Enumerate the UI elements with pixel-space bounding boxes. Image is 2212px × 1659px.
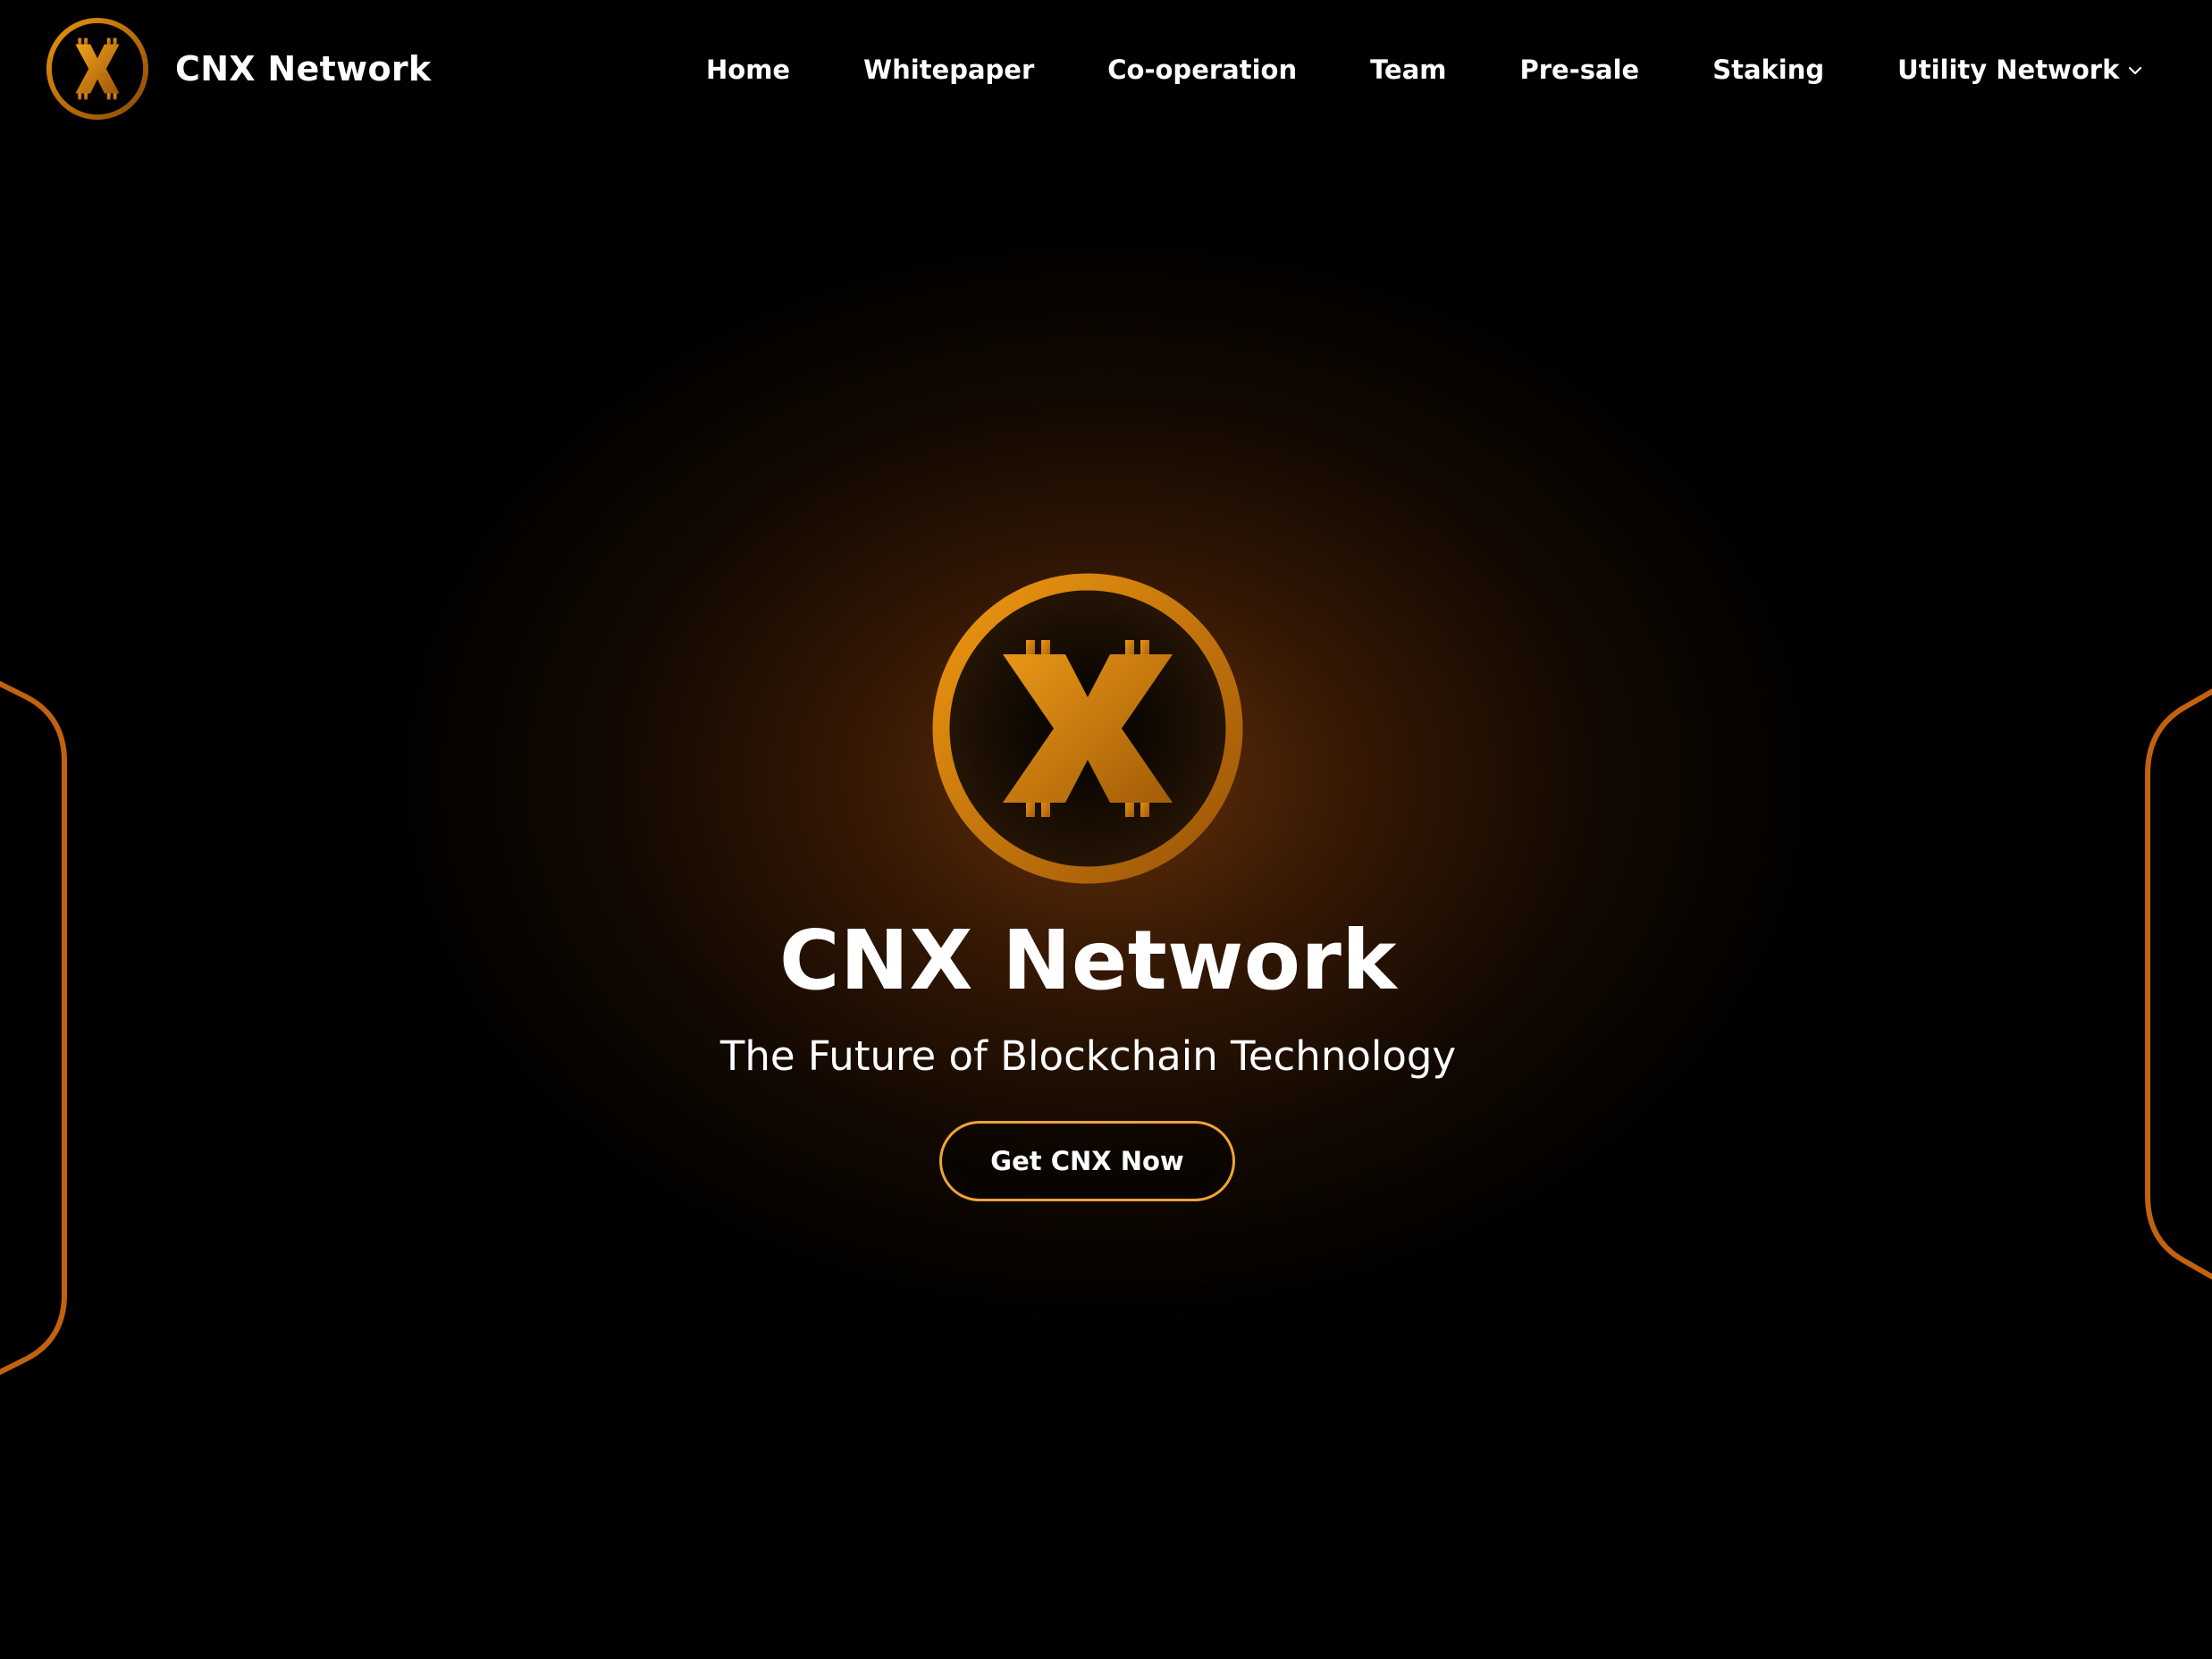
nav-team[interactable]: Team [1370,55,1446,85]
main-nav: Home Whitepaper Co-operation Team Pre-sa… [706,45,2144,95]
hero-cnx-coin-icon [932,573,1243,884]
nav-whitepaper[interactable]: Whitepaper [863,55,1034,85]
nav-staking[interactable]: Staking [1712,55,1824,85]
nav-utility-network[interactable]: Utility Network [1897,55,2144,85]
nav-utility-network-label: Utility Network [1897,55,2120,85]
hero-title: CNX Network [778,913,1398,1008]
hero-subtitle: The Future of Blockchain Technology [719,1032,1457,1080]
brand-name: CNX Network [175,49,432,88]
brand-link[interactable]: CNX Network [45,16,431,122]
nav-presale[interactable]: Pre-sale [1520,55,1640,85]
cnx-logo-icon [46,17,149,121]
nav-home[interactable]: Home [706,55,790,85]
nav-cooperation[interactable]: Co-operation [1107,55,1297,85]
site-header: CNX Network Home Whitepaper Co-operation… [0,0,2212,139]
chevron-down-icon [2129,66,2142,75]
get-cnx-now-button[interactable]: Get CNX Now [939,1121,1235,1201]
right-frame-decoration [2145,688,2212,1280]
page: CNX Network Home Whitepaper Co-operation… [0,0,2212,1659]
left-frame-decoration [0,680,67,1376]
